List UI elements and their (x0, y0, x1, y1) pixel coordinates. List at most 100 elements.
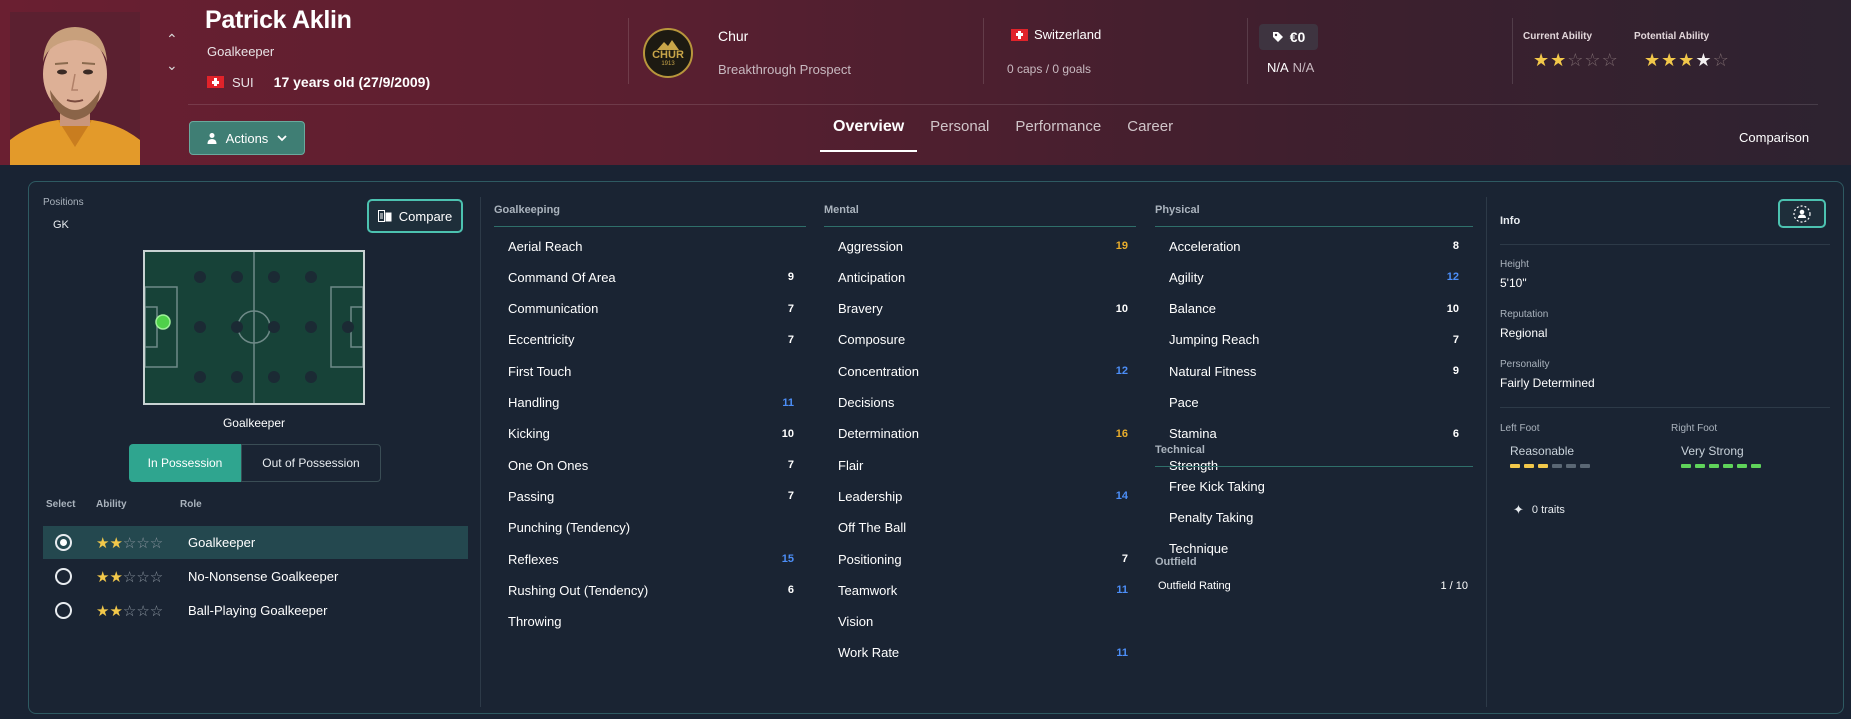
attribute-value: 12 (1115, 365, 1128, 378)
right-foot-value: Very Strong (1681, 444, 1744, 458)
attribute-name: Command Of Area (508, 269, 616, 285)
role-radio[interactable] (55, 534, 72, 551)
club-name[interactable]: Chur (718, 28, 748, 44)
in-possession-button[interactable]: In Possession (129, 444, 241, 482)
role-radio[interactable] (55, 602, 72, 619)
attribute-name: Eccentricity (508, 332, 575, 348)
pitch-position-label: Goalkeeper (222, 416, 286, 430)
club-badge[interactable]: CHUR 1913 (643, 28, 693, 78)
tab-overview[interactable]: Overview (820, 108, 918, 152)
tab-career[interactable]: Career (1114, 108, 1186, 152)
attribute-row: Work Rate 11 (838, 640, 1128, 666)
player-age: 17 years old (27/9/2009) (273, 74, 431, 90)
tab-personal[interactable]: Personal (917, 108, 1002, 152)
player-nav-arrows: ⌃ ⌄ (166, 32, 186, 84)
attribute-row: Concentration 12 (838, 358, 1128, 384)
role-row-ball-playing-goalkeeper[interactable]: ★★☆☆☆ Ball-Playing Goalkeeper (43, 594, 468, 627)
mountain-icon (657, 39, 679, 50)
height-value: 5'10" (1500, 276, 1527, 290)
previous-player-chevron-up-icon[interactable]: ⌃ (166, 32, 186, 58)
attribute-row: Technique (1169, 536, 1459, 562)
attribute-row: Teamwork 11 (838, 577, 1128, 603)
foot-bar-segment (1566, 464, 1576, 468)
star-empty-icon: ☆ (1567, 50, 1585, 70)
physical-rule (1155, 226, 1473, 227)
outfield-title: Outfield (1155, 556, 1197, 568)
attribute-row: Rushing Out (Tendency) 6 (508, 577, 794, 603)
header-divider (1512, 18, 1513, 84)
attribute-name: Off The Ball (838, 520, 907, 536)
positions-label: Positions (43, 197, 84, 208)
transfer-value-badge[interactable]: €0 (1259, 24, 1318, 50)
wage-info: N/A N/A (1267, 60, 1314, 75)
attribute-name: Throwing (508, 614, 562, 630)
next-player-chevron-down-icon[interactable]: ⌄ (166, 58, 186, 84)
header-divider (628, 18, 629, 84)
foot-bar-segment (1737, 464, 1747, 468)
height-label: Height (1500, 259, 1529, 270)
outfield-rating-value: 1 / 10 (1440, 580, 1468, 592)
price-tag-icon (1272, 32, 1283, 42)
player-info-button[interactable] (1778, 199, 1826, 228)
role-name: No-Nonsense Goalkeeper (188, 569, 339, 584)
attribute-row: Handling 11 (508, 390, 794, 416)
national-team[interactable]: Switzerland (1011, 27, 1101, 42)
attribute-row: Positioning 7 (838, 546, 1128, 572)
attribute-name: Agility (1169, 269, 1204, 285)
person-icon (207, 133, 217, 144)
roles-header-select: Select (46, 499, 76, 510)
positions-value: GK (53, 219, 69, 231)
attribute-value: 7 (787, 333, 794, 346)
actions-button[interactable]: Actions (189, 121, 305, 155)
wage-value: N/A (1267, 60, 1289, 75)
attribute-value: 7 (1121, 553, 1128, 565)
star-empty-icon: ☆ (1584, 50, 1602, 70)
foot-bar-segment (1552, 464, 1562, 468)
attribute-value: 11 (782, 396, 794, 409)
club-badge-year: 1913 (661, 60, 675, 67)
pitch-diagram (145, 252, 363, 403)
reputation-label: Reputation (1500, 309, 1549, 320)
attribute-name: Decisions (838, 395, 895, 410)
attribute-row: Natural Fitness 9 (1169, 358, 1459, 384)
comparison-link[interactable]: Comparison (1739, 130, 1809, 145)
attribute-row: Reflexes 15 (508, 546, 794, 572)
attribute-name: Bravery (838, 301, 883, 317)
player-name: Patrick Aklin (205, 6, 352, 34)
attribute-name: Communication (508, 301, 599, 317)
role-row-no-nonsense-goalkeeper[interactable]: ★★☆☆☆ No-Nonsense Goalkeeper (43, 560, 468, 593)
attribute-name: Teamwork (838, 582, 898, 598)
player-compass-icon (1793, 204, 1811, 223)
roles-header-role: Role (180, 499, 202, 510)
attribute-row: Stamina 6 (1169, 421, 1459, 447)
attribute-name: Passing (508, 488, 555, 504)
swiss-flag-icon (1011, 28, 1028, 41)
star-empty-icon: ☆ (1601, 50, 1619, 70)
attribute-value: 10 (781, 427, 794, 440)
compare-label: Compare (398, 208, 453, 224)
role-ability-stars: ★★☆☆☆ (96, 534, 164, 552)
roles-header-ability: Ability (96, 499, 127, 510)
info-rule (1500, 407, 1830, 408)
role-ability-stars: ★★☆☆☆ (96, 602, 164, 620)
attribute-value: 7 (1452, 333, 1459, 346)
role-radio[interactable] (55, 568, 72, 585)
physical-title: Physical (1155, 204, 1200, 216)
attribute-name: Anticipation (838, 269, 906, 285)
outfield-rating-row: Outfield Rating 1 / 10 (1158, 573, 1468, 599)
compare-button[interactable]: Compare (367, 199, 463, 233)
role-ability-stars: ★★☆☆☆ (96, 568, 164, 586)
out-of-possession-button[interactable]: Out of Possession (241, 444, 381, 482)
role-row-goalkeeper[interactable]: ★★☆☆☆ Goalkeeper (43, 526, 468, 559)
attribute-name: Natural Fitness (1169, 363, 1257, 379)
attribute-value: 10 (1115, 302, 1128, 315)
attribute-row: Kicking 10 (508, 421, 794, 447)
outfield-rating-label: Outfield Rating (1158, 580, 1231, 592)
position-pitch[interactable] (143, 250, 365, 405)
traits-row[interactable]: ✦ 0 traits (1513, 502, 1565, 518)
attribute-value: 7 (787, 302, 794, 315)
profile-tabs: Overview Personal Performance Career (820, 108, 1186, 152)
tab-performance[interactable]: Performance (1002, 108, 1114, 152)
goalkeeping-title: Goalkeeping (494, 204, 561, 216)
personality-value: Fairly Determined (1500, 376, 1595, 390)
